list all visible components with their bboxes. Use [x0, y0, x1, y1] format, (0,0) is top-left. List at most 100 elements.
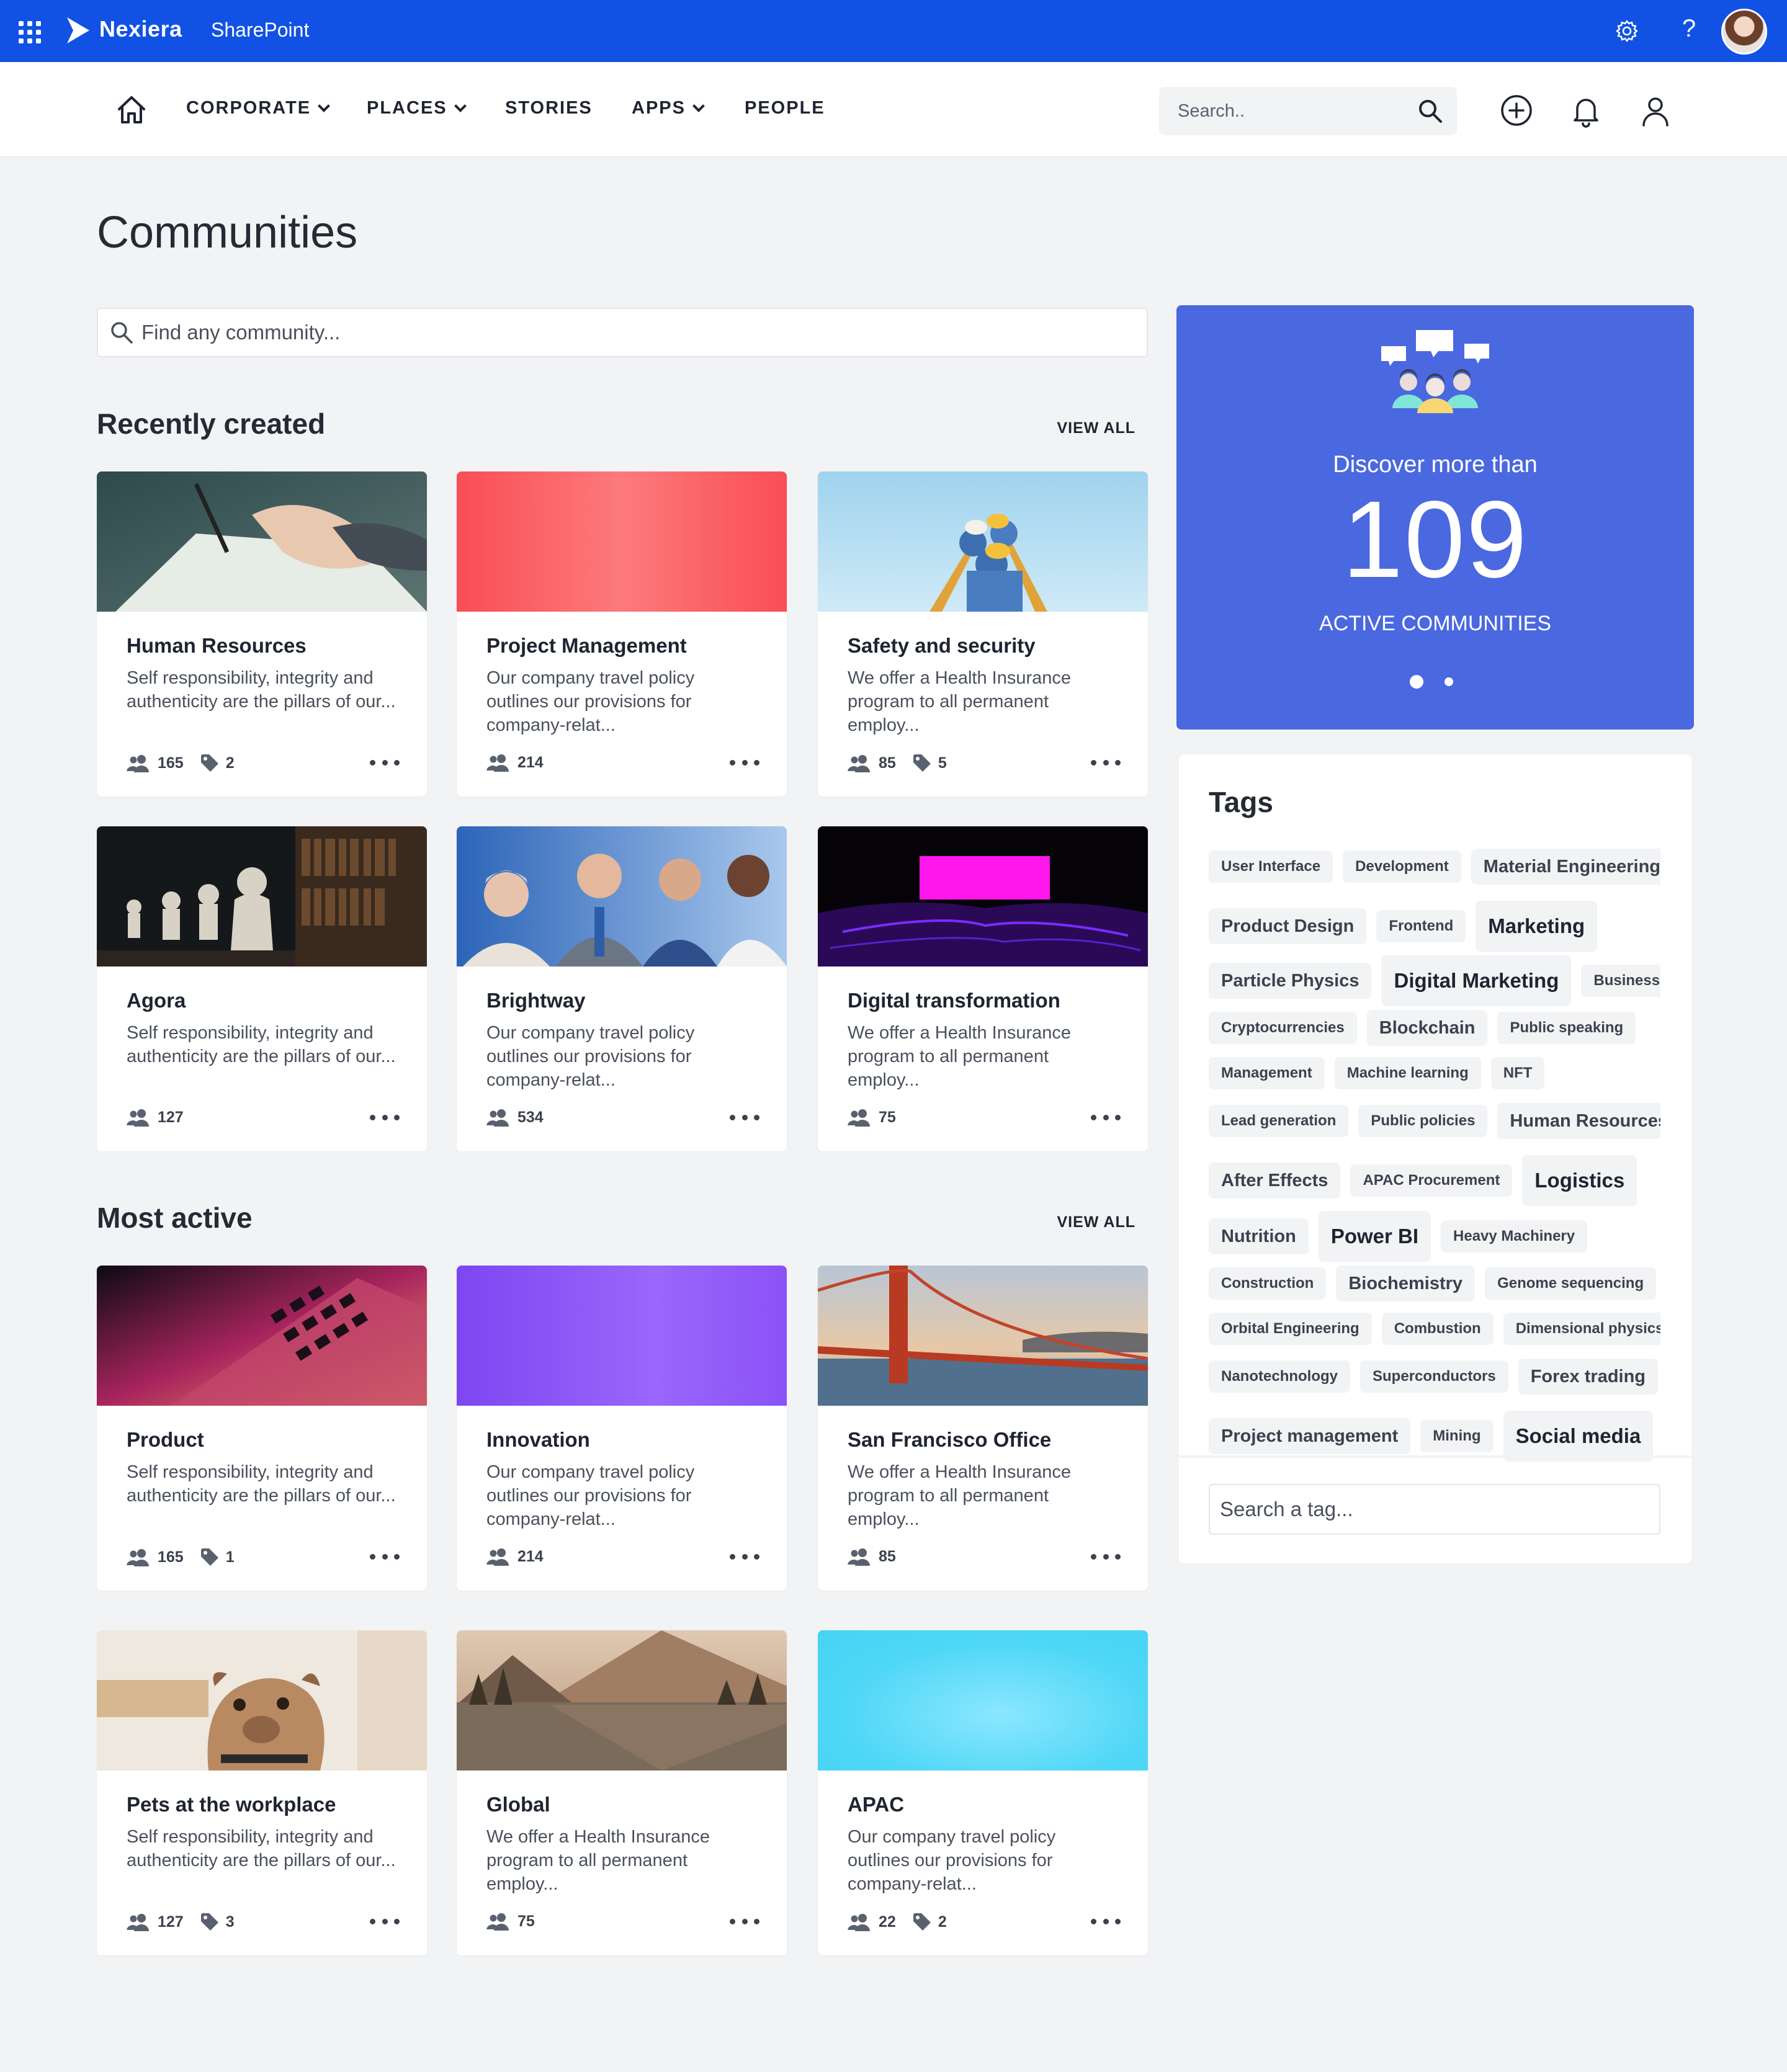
community-card[interactable]: Pets at the workplace Self responsibility… [97, 1630, 427, 1955]
active-view-all-link[interactable]: VIEW ALL [1049, 1213, 1135, 1231]
dog-photo[interactable] [97, 1630, 427, 1771]
more-options-icon[interactable] [730, 1108, 759, 1127]
nav-people[interactable]: PEOPLE [745, 98, 825, 118]
carousel-dot-active[interactable] [1410, 675, 1423, 689]
card-title[interactable]: Safety and security [848, 634, 1036, 658]
card-title[interactable]: Global [486, 1793, 550, 1816]
tag-chip[interactable]: Mining [1420, 1420, 1494, 1452]
tag-chip[interactable]: Product Design [1209, 908, 1367, 944]
app-name[interactable]: SharePoint [211, 19, 309, 42]
user-avatar[interactable] [1721, 9, 1767, 55]
tag-chip[interactable]: Social media [1503, 1411, 1654, 1462]
library-busts-photo[interactable] [97, 826, 427, 967]
tag-chip[interactable]: Development [1343, 851, 1461, 883]
carousel-dot[interactable] [1444, 677, 1453, 686]
nav-places[interactable]: PLACES [367, 98, 467, 118]
more-options-icon[interactable] [370, 1912, 400, 1931]
business-team-photo[interactable] [457, 826, 787, 967]
neon-landscape-photo[interactable] [818, 826, 1148, 967]
tag-chip[interactable]: Orbital Engineering [1209, 1313, 1372, 1345]
purple-gradient[interactable] [457, 1266, 787, 1406]
tag-chip[interactable]: Human Resources [1497, 1103, 1660, 1139]
tag-chip[interactable]: NFT [1490, 1057, 1545, 1089]
global-search-input[interactable] [1178, 87, 1413, 135]
card-title[interactable]: Digital transformation [848, 989, 1060, 1012]
tag-chip[interactable]: After Effects [1209, 1163, 1341, 1199]
community-card[interactable]: Digital transformation We offer a Health … [818, 826, 1148, 1151]
tag-chip[interactable]: Genome sequencing [1485, 1267, 1657, 1300]
tag-chip[interactable]: Public policies [1358, 1105, 1488, 1137]
card-title[interactable]: Product [127, 1428, 204, 1452]
brand-name[interactable]: Nexiera [99, 16, 182, 42]
tag-chip[interactable]: Dimensional physics [1503, 1313, 1660, 1345]
more-options-icon[interactable] [370, 753, 400, 772]
community-card[interactable]: San Francisco Office We offer a Health In… [818, 1266, 1148, 1591]
card-title[interactable]: San Francisco Office [848, 1428, 1051, 1452]
add-circle-icon[interactable] [1499, 93, 1534, 128]
tag-chip[interactable]: Biochemistry [1336, 1266, 1476, 1302]
nav-stories[interactable]: STORIES [505, 98, 593, 118]
tag-chip[interactable]: Particle Physics [1209, 963, 1372, 999]
more-options-icon[interactable] [1091, 753, 1121, 772]
workers-helmets-photo[interactable] [818, 471, 1148, 612]
more-options-icon[interactable] [1091, 1912, 1121, 1931]
community-card[interactable]: Project Management Our company travel pol… [457, 471, 787, 797]
tag-chip[interactable]: Forex trading [1518, 1359, 1659, 1395]
tag-chip[interactable]: Power BI [1318, 1211, 1431, 1262]
card-title[interactable]: Pets at the workplace [127, 1793, 336, 1816]
tag-chip[interactable]: User Interface [1209, 851, 1333, 883]
tag-chip[interactable]: Lead generation [1209, 1105, 1349, 1137]
tag-chip[interactable]: Frontend [1376, 910, 1466, 942]
tag-chip[interactable]: Machine learning [1334, 1057, 1481, 1089]
cyan-gradient[interactable] [818, 1630, 1148, 1771]
community-card[interactable]: Safety and security We offer a Health Ins… [818, 471, 1148, 797]
tag-chip[interactable]: APAC Procurement [1350, 1164, 1513, 1197]
community-card[interactable]: Agora Self responsibility, integrity and … [97, 826, 427, 1151]
user-profile-icon[interactable] [1638, 93, 1673, 128]
card-title[interactable]: Brightway [486, 989, 586, 1012]
community-card[interactable]: Global We offer a Health Insurance progra… [457, 1630, 787, 1955]
tag-chip[interactable]: Project management [1209, 1418, 1411, 1454]
more-options-icon[interactable] [1091, 1547, 1121, 1566]
tag-chip[interactable]: Heavy Machinery [1441, 1220, 1588, 1253]
red-gradient[interactable] [457, 471, 787, 612]
tag-chip[interactable]: Combustion [1381, 1313, 1494, 1345]
card-title[interactable]: Agora [127, 989, 186, 1012]
tag-chip[interactable]: Management [1209, 1057, 1325, 1089]
more-options-icon[interactable] [730, 1912, 759, 1931]
tag-chip[interactable]: Business [1581, 965, 1660, 997]
card-title[interactable]: Innovation [486, 1428, 590, 1452]
nav-apps[interactable]: APPS [632, 98, 705, 118]
search-icon[interactable] [1417, 98, 1443, 124]
tag-chip[interactable]: Logistics [1522, 1155, 1637, 1206]
golden-gate-photo[interactable] [818, 1266, 1148, 1406]
help-icon[interactable]: ? [1677, 15, 1701, 43]
notifications-bell-icon[interactable] [1569, 93, 1603, 128]
card-title[interactable]: APAC [848, 1793, 904, 1816]
community-card[interactable]: Product Self responsibility, integrity an… [97, 1266, 427, 1591]
community-card[interactable]: APAC Our company travel policy outlines o… [818, 1630, 1148, 1955]
settings-gear-icon[interactable] [1615, 19, 1639, 43]
card-title[interactable]: Human Resources [127, 634, 307, 658]
tag-chip[interactable]: Digital Marketing [1381, 955, 1572, 1006]
home-icon[interactable] [115, 94, 148, 125]
tag-chip[interactable]: Superconductors [1360, 1360, 1508, 1393]
brand-logo-icon[interactable] [65, 16, 92, 45]
tag-chip[interactable]: Marketing [1476, 901, 1598, 952]
tag-chip[interactable]: Construction [1209, 1267, 1327, 1300]
tag-chip[interactable]: Material Engineering [1471, 849, 1660, 885]
tag-chip[interactable]: Nanotechnology [1209, 1360, 1351, 1393]
tag-chip[interactable]: Public speaking [1497, 1012, 1636, 1044]
hand-writing-photo[interactable] [97, 471, 427, 612]
community-card[interactable]: Brightway Our company travel policy outli… [457, 826, 787, 1151]
card-title[interactable]: Project Management [486, 634, 687, 658]
nav-corporate[interactable]: CORPORATE [186, 98, 331, 118]
mountain-lake-photo[interactable] [457, 1630, 787, 1771]
tag-chip[interactable]: Nutrition [1209, 1218, 1309, 1254]
laptop-keyboard-photo[interactable] [97, 1266, 427, 1406]
more-options-icon[interactable] [730, 1547, 759, 1566]
community-card[interactable]: Innovation Our company travel policy outl… [457, 1266, 787, 1591]
recent-view-all-link[interactable]: VIEW ALL [1049, 419, 1135, 437]
tag-chip[interactable]: Blockchain [1366, 1010, 1488, 1046]
more-options-icon[interactable] [730, 753, 759, 772]
